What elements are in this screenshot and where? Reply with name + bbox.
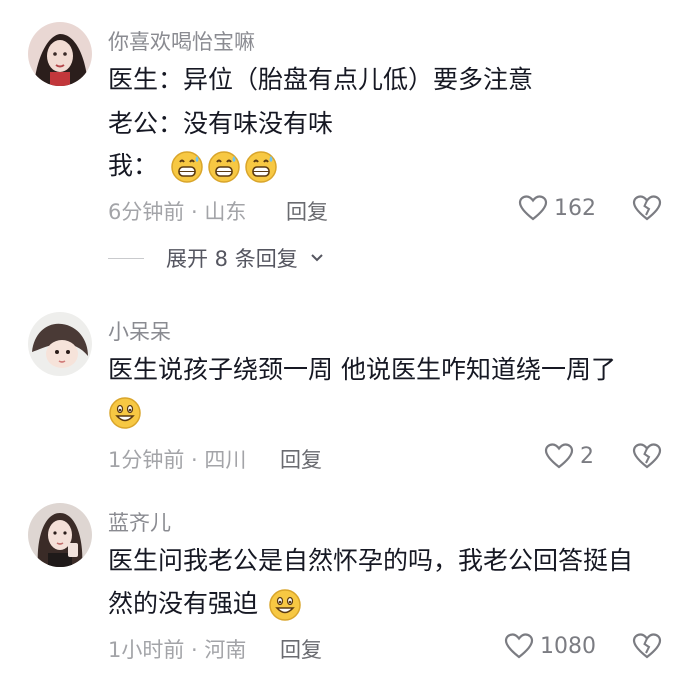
grinning-sweat-emoji (207, 150, 241, 184)
like-button[interactable]: 2 (544, 442, 594, 470)
avatar[interactable] (28, 312, 92, 376)
grinning-emoji (268, 588, 302, 622)
divider (108, 257, 144, 259)
comment-1: 你喜欢喝怡宝嘛 医生：异位（胎盘有点儿低）要多注意 老公：没有味没有味 我： 6… (0, 0, 690, 290)
grinning-sweat-emoji (170, 150, 204, 184)
comment-text: 我： (108, 151, 159, 180)
comment-text-line: 医生：异位（胎盘有点儿低）要多注意 (108, 65, 534, 94)
emoji-row (170, 150, 278, 184)
like-count: 1080 (540, 633, 596, 659)
timestamp-location: 1小时前 · 河南 (108, 638, 247, 662)
expand-replies-label: 展开 8 条回复 (166, 247, 298, 271)
grinning-sweat-emoji (244, 150, 278, 184)
username[interactable]: 你喜欢喝怡宝嘛 (108, 26, 255, 56)
comment-text-line: 医生问我老公是自然怀孕的吗，我老公回答挺自 (108, 546, 634, 575)
heart-icon (544, 443, 574, 469)
grinning-emoji (108, 396, 142, 430)
heart-icon (504, 633, 534, 659)
timestamp-location: 1分钟前 · 四川 (108, 448, 247, 472)
like-count: 162 (554, 195, 596, 221)
broken-heart-icon[interactable] (632, 194, 662, 222)
like-button[interactable]: 1080 (504, 632, 596, 660)
comment-text-line: 老公：没有味没有味 (108, 109, 334, 138)
comment-text-line: 医生说孩子绕颈一周 他说医生咋知道绕一周了 (108, 355, 616, 384)
chevron-down-icon (311, 254, 323, 262)
comment-text-line-with-emoji: 然的没有强迫 (108, 587, 302, 622)
heart-icon (518, 195, 548, 221)
avatar[interactable] (28, 22, 92, 86)
broken-heart-icon[interactable] (632, 442, 662, 470)
reply-button[interactable]: 回复 (280, 634, 322, 664)
reply-button[interactable]: 回复 (280, 444, 322, 474)
avatar[interactable] (28, 503, 92, 567)
comment-text: 然的没有强迫 (108, 589, 259, 618)
like-count: 2 (580, 443, 594, 469)
expand-replies-button[interactable]: 展开 8 条回复 (108, 243, 324, 273)
emoji-line (108, 396, 142, 439)
reply-button[interactable]: 回复 (286, 196, 328, 226)
username[interactable]: 蓝齐儿 (108, 507, 171, 537)
username[interactable]: 小呆呆 (108, 316, 171, 346)
comment-text-line-with-emoji: 我： (108, 149, 278, 184)
like-button[interactable]: 162 (518, 194, 596, 222)
broken-heart-icon[interactable] (632, 632, 662, 660)
timestamp-location: 6分钟前 · 山东 (108, 200, 247, 224)
